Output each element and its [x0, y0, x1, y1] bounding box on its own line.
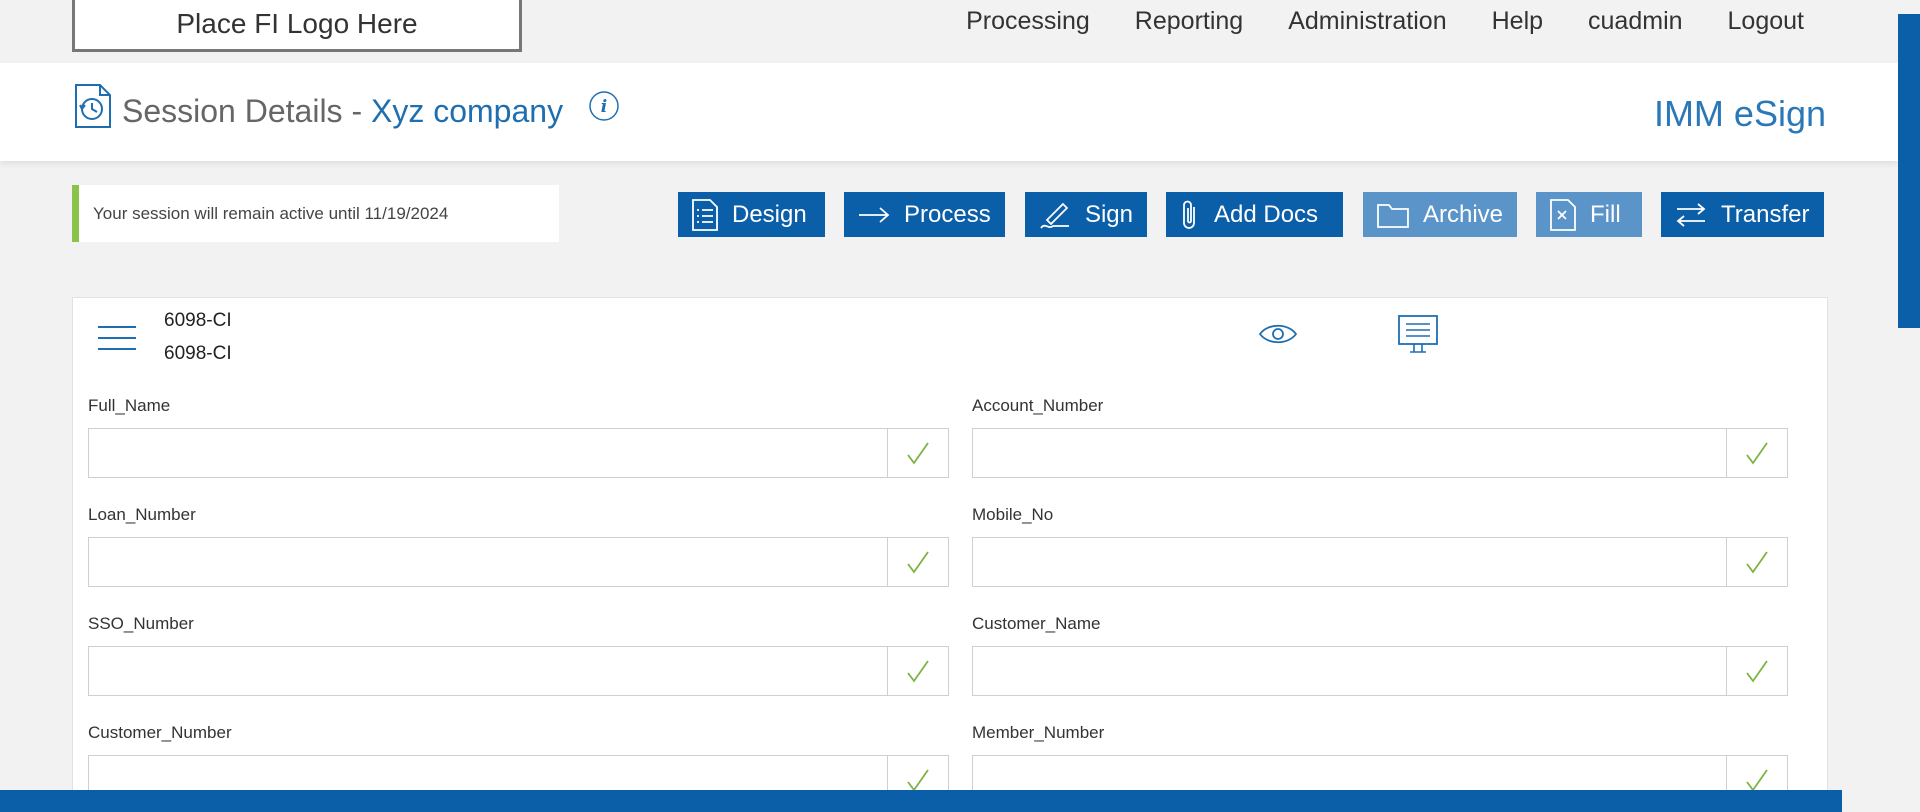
customer-name-field — [972, 646, 1788, 696]
full-name-field — [88, 428, 949, 478]
mobile-no-input[interactable] — [973, 538, 1726, 586]
hamburger-menu-icon[interactable] — [97, 325, 137, 356]
member-number-label: Member_Number — [972, 723, 1105, 742]
transfer-button[interactable]: Transfer — [1661, 192, 1824, 237]
add-docs-button[interactable]: Add Docs — [1166, 192, 1343, 237]
check-icon — [1726, 647, 1787, 695]
sso-number-input[interactable] — [89, 647, 887, 695]
folder-icon — [1377, 203, 1409, 228]
page-title: Session Details - Xyz company — [122, 93, 563, 130]
info-icon[interactable]: i — [588, 90, 620, 127]
account-number-label: Account_Number — [972, 396, 1104, 415]
form-fill-icon — [1550, 198, 1576, 231]
check-icon — [887, 429, 948, 477]
check-icon — [1726, 538, 1787, 586]
footer-bar — [0, 790, 1842, 812]
mobile-no-field — [972, 537, 1788, 587]
logo-text: Place FI Logo Here — [176, 8, 418, 39]
page-title-prefix: Session Details - — [122, 93, 363, 129]
main-nav: Processing Reporting Administration Help… — [966, 6, 1804, 36]
loan-number-input[interactable] — [89, 538, 887, 586]
fill-button[interactable]: Fill — [1536, 192, 1642, 237]
loan-number-field — [88, 537, 949, 587]
document-form-card: 6098-CI 6098-CI Full_Name Account_Number… — [72, 297, 1828, 812]
vertical-scrollbar-thumb[interactable] — [1898, 14, 1920, 328]
nav-help[interactable]: Help — [1492, 6, 1543, 36]
process-label: Process — [904, 200, 991, 228]
top-bar: Place FI Logo Here Processing Reporting … — [0, 0, 1920, 63]
checklist-icon — [692, 198, 718, 231]
fill-label: Fill — [1590, 200, 1621, 228]
design-button[interactable]: Design — [678, 192, 825, 237]
check-icon — [887, 538, 948, 586]
pen-icon — [1040, 202, 1069, 229]
sso-number-label: SSO_Number — [88, 614, 194, 633]
design-label: Design — [732, 200, 807, 228]
session-history-icon — [74, 83, 112, 134]
page-header: Session Details - Xyz company i IMM eSig… — [0, 63, 1898, 161]
document-name: 6098-CI — [164, 310, 232, 331]
loan-number-label: Loan_Number — [88, 505, 196, 524]
full-name-input[interactable] — [89, 429, 887, 477]
customer-name-label: Customer_Name — [972, 614, 1101, 633]
full-name-label: Full_Name — [88, 396, 171, 415]
sign-button[interactable]: Sign — [1025, 192, 1147, 237]
transfer-label: Transfer — [1721, 200, 1810, 228]
nav-user-menu[interactable]: cuadmin — [1588, 6, 1683, 36]
monitor-icon[interactable] — [1397, 314, 1439, 359]
check-icon — [887, 647, 948, 695]
nav-administration[interactable]: Administration — [1288, 6, 1446, 36]
eye-icon[interactable] — [1258, 322, 1298, 351]
brand-name: IMM eSign — [1653, 93, 1826, 134]
account-number-input[interactable] — [973, 429, 1726, 477]
nav-reporting[interactable]: Reporting — [1135, 6, 1243, 36]
nav-processing[interactable]: Processing — [966, 6, 1090, 36]
add-docs-label: Add Docs — [1214, 200, 1319, 228]
session-timeout-notice: Your session will remain active until 11… — [72, 185, 559, 242]
archive-button[interactable]: Archive — [1363, 192, 1517, 237]
fi-logo-placeholder: Place FI Logo Here — [72, 0, 522, 52]
customer-number-label: Customer_Number — [88, 723, 232, 742]
company-name: Xyz company — [370, 93, 564, 129]
check-icon — [1726, 429, 1787, 477]
account-number-field — [972, 428, 1788, 478]
sso-number-field — [88, 646, 949, 696]
paperclip-icon — [1183, 200, 1195, 229]
session-message: Your session will remain active until 11… — [93, 203, 449, 223]
nav-logout[interactable]: Logout — [1728, 6, 1804, 36]
svg-text:i: i — [601, 97, 607, 117]
archive-label: Archive — [1422, 200, 1503, 228]
action-toolbar: Design Process Sign Add Docs Archive Fil… — [678, 192, 1824, 237]
sign-label: Sign — [1084, 200, 1133, 228]
mobile-no-label: Mobile_No — [972, 505, 1054, 524]
process-button[interactable]: Process — [844, 192, 1005, 237]
arrow-right-icon — [859, 206, 890, 223]
document-subtitle: 6098-CI — [164, 343, 232, 364]
customer-name-input[interactable] — [973, 647, 1726, 695]
transfer-arrows-icon — [1676, 202, 1706, 227]
